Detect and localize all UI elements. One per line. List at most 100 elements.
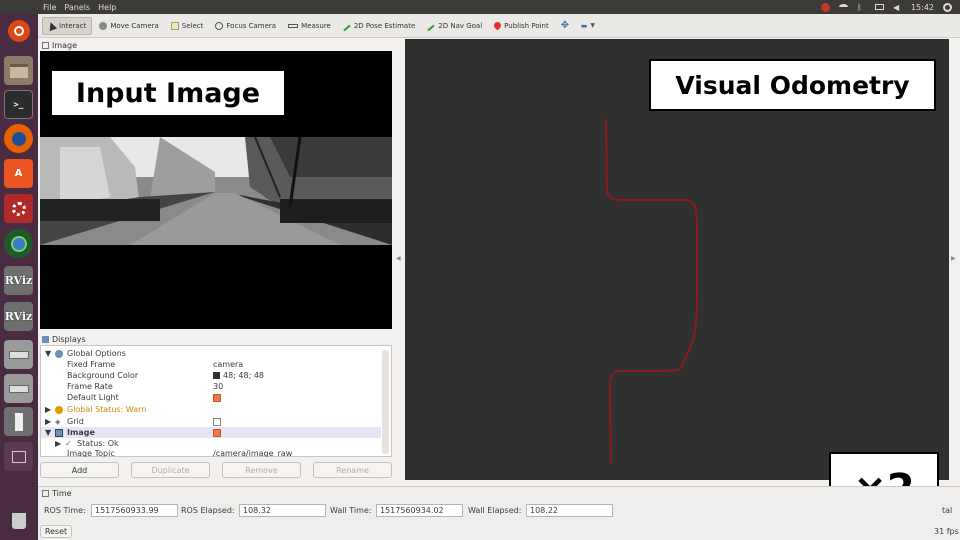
time-panel-title-text: Time — [52, 489, 72, 498]
visual-odometry-label-text: Visual Odometry — [675, 70, 910, 100]
checkbox-unchecked[interactable] — [213, 417, 221, 426]
usb-drive-icon[interactable] — [4, 407, 33, 436]
add-tool-button[interactable]: ✥ — [556, 17, 574, 35]
tool-measure[interactable]: Measure — [283, 17, 336, 35]
displays-scrollbar[interactable] — [382, 350, 389, 454]
display-row-frame-rate[interactable]: Frame Rate 30 — [41, 381, 381, 392]
expand-arrow-icon[interactable]: ▼ — [45, 349, 51, 358]
tool-interact[interactable]: Interact — [42, 16, 93, 35]
ubuntu-logo-icon[interactable] — [8, 20, 30, 42]
display-name: Background Color — [67, 371, 139, 380]
expand-arrow-icon[interactable]: ▶ — [45, 417, 51, 426]
left-splitter-handle[interactable]: ◀ — [396, 255, 401, 262]
app-menu: File Panels Help — [43, 3, 116, 12]
display-row-image-topic[interactable]: Image Topic /camera/image_raw — [41, 449, 381, 457]
remove-button[interactable]: Remove — [222, 462, 301, 478]
odometry-trajectory — [605, 118, 698, 465]
rviz-icon-2[interactable]: RViz — [4, 302, 33, 331]
checkbox-checked[interactable] — [213, 393, 221, 402]
tool-label: Interact — [59, 21, 87, 30]
notification-icon[interactable] — [820, 2, 830, 12]
files-icon[interactable] — [4, 56, 33, 85]
clock[interactable]: 15:42 — [911, 3, 934, 12]
display-row-fixed-frame[interactable]: Fixed Frame camera — [41, 359, 381, 370]
expand-arrow-icon[interactable]: ▼ — [45, 428, 51, 437]
display-value[interactable]: 30 — [213, 382, 223, 391]
keyboard-icon[interactable] — [874, 4, 884, 10]
fps-readout: 31 fps — [934, 527, 959, 536]
display-row-global-status[interactable]: ▶ Global Status: Warn — [41, 404, 381, 415]
system-tray: ᛒ ◀ 15:42 — [820, 2, 960, 12]
display-value[interactable]: /camera/image_raw — [213, 449, 292, 457]
grid-icon: ◈ — [55, 417, 61, 426]
right-splitter-handle[interactable]: ▶ — [951, 255, 956, 262]
drive-icon[interactable] — [4, 340, 33, 369]
tool-move-camera[interactable]: Move Camera — [94, 17, 163, 35]
terminal-icon[interactable]: >_ — [4, 90, 33, 119]
tool-2d-nav-goal[interactable]: 2D Nav Goal — [422, 17, 487, 35]
ros-elapsed-field[interactable]: 108.32 — [239, 504, 326, 517]
display-value[interactable]: camera — [213, 360, 243, 369]
expand-arrow-icon[interactable]: ▶ — [55, 439, 61, 448]
display-value-color[interactable]: 48; 48; 48 — [213, 371, 264, 380]
input-image-label: Input Image — [50, 69, 286, 117]
image-panel-title: Image — [42, 40, 77, 51]
3d-render-view[interactable]: Visual Odometry — [405, 39, 949, 480]
image-view[interactable]: Input Image — [40, 51, 392, 329]
ruler-icon — [288, 23, 299, 28]
tool-select[interactable]: Select — [166, 17, 209, 35]
default-light-checkbox[interactable] — [213, 393, 221, 402]
globe-app-icon[interactable] — [4, 229, 33, 258]
pose-arrow-icon — [343, 24, 351, 31]
map-pin-icon — [492, 20, 503, 31]
visual-odometry-label: Visual Odometry — [649, 59, 936, 111]
focus-camera-icon — [215, 21, 224, 30]
rviz-icon[interactable]: RViz — [4, 266, 33, 295]
reset-button[interactable]: Reset — [40, 525, 72, 538]
remove-tool-menu[interactable]: ▬ ▼ — [576, 17, 600, 35]
tool-publish-point[interactable]: Publish Point — [489, 17, 554, 35]
bluetooth-icon[interactable]: ᛒ — [857, 3, 866, 12]
trash-icon[interactable] — [4, 506, 33, 535]
launcher: >_ A RViz RViz — [0, 14, 38, 540]
wifi-icon[interactable] — [838, 4, 848, 10]
display-row-status-ok[interactable]: ▶ ✓ Status: Ok — [41, 438, 381, 449]
menu-help[interactable]: Help — [98, 3, 116, 12]
expand-arrow-icon[interactable]: ▶ — [45, 405, 51, 414]
workspace-icon[interactable] — [4, 442, 33, 471]
rename-button[interactable]: Rename — [313, 462, 392, 478]
display-name: Image — [67, 428, 95, 437]
crosshair-icon: ✥ — [560, 19, 570, 31]
display-name: Global Options — [67, 349, 126, 358]
power-icon[interactable] — [943, 2, 952, 12]
menu-file[interactable]: File — [43, 3, 56, 12]
volume-icon[interactable]: ◀ — [893, 3, 902, 12]
drive-icon-2[interactable] — [4, 374, 33, 403]
display-row-background-color[interactable]: Background Color 48; 48; 48 — [41, 370, 381, 381]
display-name: Frame Rate — [67, 382, 113, 391]
display-row-default-light[interactable]: Default Light — [41, 392, 381, 403]
display-row-grid[interactable]: ▶ ◈ Grid — [41, 416, 381, 427]
system-settings-icon[interactable] — [4, 194, 33, 223]
clock-icon — [42, 490, 49, 497]
wall-elapsed-field[interactable]: 108.22 — [526, 504, 613, 517]
grid-checkbox[interactable] — [213, 417, 221, 426]
tool-focus-camera[interactable]: Focus Camera — [210, 17, 281, 35]
tool-2d-pose-estimate[interactable]: 2D Pose Estimate — [338, 17, 420, 35]
tool-label: Move Camera — [110, 21, 159, 30]
panel-image-icon — [42, 42, 49, 49]
wall-time-field[interactable]: 1517560934.02 — [376, 504, 463, 517]
software-center-icon[interactable]: A — [4, 159, 33, 188]
tool-label: Publish Point — [504, 21, 549, 30]
display-row-global-options[interactable]: ▼ Global Options — [41, 348, 381, 359]
firefox-icon[interactable] — [4, 124, 33, 153]
ros-time-field[interactable]: 1517560933.99 — [91, 504, 178, 517]
menu-panels[interactable]: Panels — [64, 3, 90, 12]
duplicate-button[interactable]: Duplicate — [131, 462, 210, 478]
add-button[interactable]: Add — [40, 462, 119, 478]
image-checkbox[interactable] — [213, 428, 221, 437]
color-swatch — [213, 372, 220, 379]
checkbox-checked[interactable] — [213, 428, 221, 437]
display-row-image[interactable]: ▼ Image — [41, 427, 381, 438]
image-panel-title-text: Image — [52, 41, 78, 50]
